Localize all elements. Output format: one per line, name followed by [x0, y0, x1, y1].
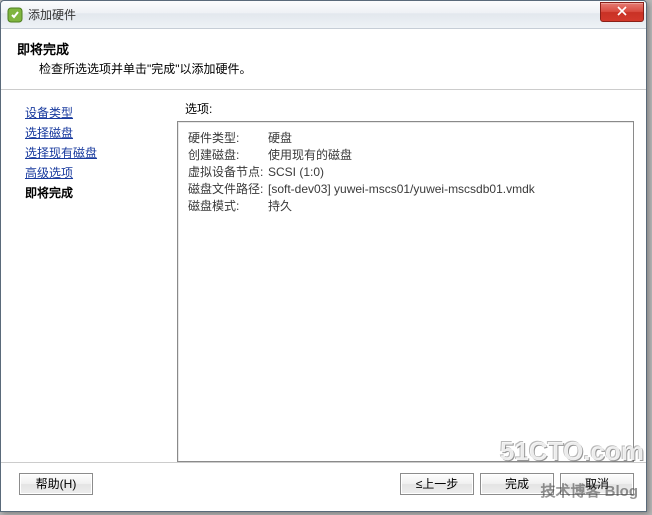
label-create-disk: 创建磁盘: [188, 147, 268, 163]
value-create-disk: 使用现有的磁盘 [268, 147, 623, 163]
window-title: 添加硬件 [28, 6, 76, 23]
step-device-type[interactable]: 设备类型 [25, 104, 171, 122]
row-create-disk: 创建磁盘: 使用现有的磁盘 [188, 147, 623, 163]
close-button[interactable] [600, 2, 644, 22]
help-button[interactable]: 帮助(H) [19, 473, 93, 495]
options-box: 硬件类型: 硬盘 创建磁盘: 使用现有的磁盘 虚拟设备节点: SCSI (1:0… [177, 121, 634, 462]
label-virtual-node: 虚拟设备节点: [188, 164, 268, 180]
cancel-button[interactable]: 取消 [560, 473, 634, 495]
value-disk-mode: 持久 [268, 198, 623, 214]
label-disk-path: 磁盘文件路径: [188, 181, 268, 197]
close-icon [617, 5, 627, 19]
row-hardware-type: 硬件类型: 硬盘 [188, 130, 623, 146]
value-virtual-node: SCSI (1:0) [268, 164, 623, 180]
options-label: 选项: [177, 98, 634, 121]
finish-button[interactable]: 完成 [480, 473, 554, 495]
step-select-disk[interactable]: 选择磁盘 [25, 124, 171, 142]
page-title: 即将完成 [17, 39, 630, 58]
label-hardware-type: 硬件类型: [188, 130, 268, 146]
app-icon [7, 7, 23, 23]
value-disk-path: [soft-dev03] yuwei-mscs01/yuwei-mscsdb01… [268, 181, 623, 197]
dialog-window: 添加硬件 即将完成 检查所选选项并单击"完成"以添加硬件。 设备类型 选择磁盘 … [0, 0, 647, 512]
back-button[interactable]: ≤上一步 [400, 473, 474, 495]
wizard-body: 设备类型 选择磁盘 选择现有磁盘 高级选项 即将完成 选项: 硬件类型: 硬盘 … [1, 90, 646, 462]
label-disk-mode: 磁盘模式: [188, 198, 268, 214]
step-current: 即将完成 [25, 184, 171, 202]
content-pane: 选项: 硬件类型: 硬盘 创建磁盘: 使用现有的磁盘 虚拟设备节点: SCSI … [177, 98, 634, 462]
titlebar: 添加硬件 [1, 1, 646, 29]
row-virtual-node: 虚拟设备节点: SCSI (1:0) [188, 164, 623, 180]
step-advanced-options[interactable]: 高级选项 [25, 164, 171, 182]
wizard-header: 即将完成 检查所选选项并单击"完成"以添加硬件。 [1, 29, 646, 90]
row-disk-mode: 磁盘模式: 持久 [188, 198, 623, 214]
wizard-footer: 帮助(H) ≤上一步 完成 取消 [1, 462, 646, 504]
value-hardware-type: 硬盘 [268, 130, 623, 146]
page-subtitle: 检查所选选项并单击"完成"以添加硬件。 [39, 60, 630, 77]
step-select-existing-disk[interactable]: 选择现有磁盘 [25, 144, 171, 162]
wizard-steps-sidebar: 设备类型 选择磁盘 选择现有磁盘 高级选项 即将完成 [15, 98, 177, 462]
row-disk-path: 磁盘文件路径: [soft-dev03] yuwei-mscs01/yuwei-… [188, 181, 623, 197]
